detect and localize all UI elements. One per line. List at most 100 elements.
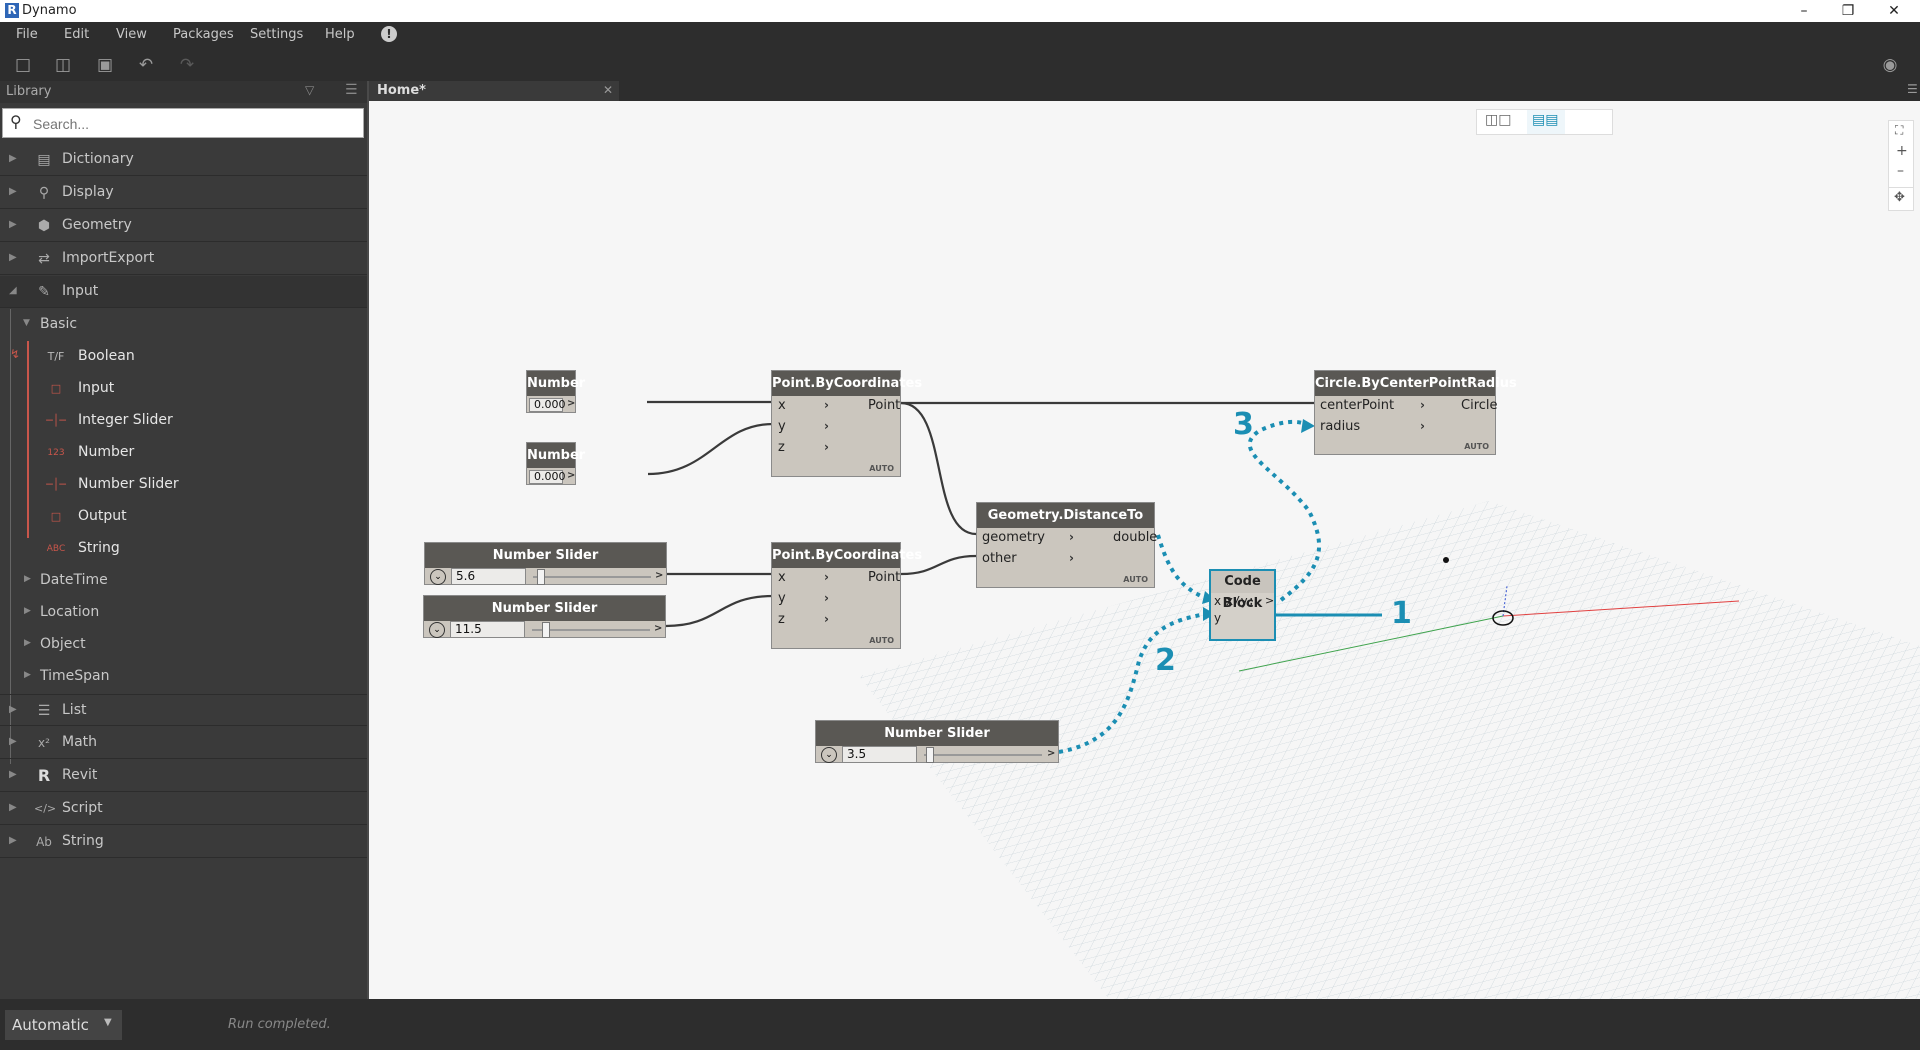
category-geometry[interactable]: ▶ ⬢ Geometry — [0, 210, 367, 242]
node-number-slider[interactable]: ─│─ Number Slider — [0, 469, 367, 501]
input-port-geometry[interactable]: geometry — [982, 530, 1045, 545]
output-port-icon[interactable]: > — [1047, 748, 1055, 759]
menu-edit[interactable]: Edit — [64, 27, 89, 42]
code-text[interactable]: x/y; — [1226, 594, 1255, 608]
output-port-icon[interactable]: > — [655, 570, 663, 581]
node-label: Integer Slider — [78, 412, 173, 428]
input-port-radius[interactable]: radius — [1320, 419, 1360, 434]
run-mode-dropdown[interactable]: Automatic ▼ — [5, 1010, 122, 1040]
node-string[interactable]: ABC String — [0, 533, 367, 565]
category-importexport[interactable]: ▶ ⇄ ImportExport — [0, 243, 367, 275]
input-port-y[interactable]: y — [778, 591, 786, 606]
open-file-icon[interactable]: ◫ — [53, 55, 73, 75]
camera-icon[interactable]: ◉ — [1880, 55, 1900, 75]
number-value-field[interactable]: 0.000 — [529, 470, 566, 484]
slider-track[interactable] — [924, 754, 1042, 756]
zoom-out-icon[interactable]: – — [1897, 163, 1904, 179]
input-port-x[interactable]: x — [778, 570, 786, 585]
number-node[interactable]: Number 0.000 > — [526, 442, 585, 485]
slider-track[interactable] — [533, 576, 651, 578]
input-port-y[interactable]: y — [778, 419, 786, 434]
tab-home[interactable]: Home* ✕ — [369, 81, 619, 101]
output-port-icon[interactable]: > — [567, 398, 575, 409]
menu-file[interactable]: File — [16, 27, 38, 42]
output-port-point[interactable]: Point — [868, 570, 900, 585]
number-slider-node[interactable]: Number Slider ⌄ 5.6 > — [424, 542, 667, 585]
node-integer-slider[interactable]: ─│─ Integer Slider — [0, 405, 367, 437]
subcategory-datetime[interactable]: ▶ DateTime — [0, 565, 367, 597]
category-list[interactable]: ▶ ☰ List — [0, 694, 367, 726]
layout-menu-icon[interactable]: ☰ — [345, 82, 358, 98]
category-input[interactable]: ◢ ✎ Input — [0, 276, 367, 308]
save-icon[interactable]: ▣ — [95, 55, 115, 75]
tab-close-icon[interactable]: ✕ — [603, 83, 613, 97]
menu-packages[interactable]: Packages — [173, 27, 234, 42]
input-port-x[interactable]: x — [1214, 594, 1221, 608]
output-port-icon[interactable]: > — [654, 623, 662, 634]
tab-menu-icon[interactable]: ☰ — [1907, 82, 1918, 96]
point-bycoordinates-node[interactable]: Point.ByCoordinates x y z › › › Point AU… — [771, 370, 922, 477]
output-port[interactable]: > — [1265, 594, 1274, 607]
circle-bycenterpointradius-node[interactable]: Circle.ByCenterPointRadius centerPoint r… — [1314, 370, 1517, 455]
input-port-z[interactable]: z — [778, 440, 785, 455]
input-port-y[interactable]: y — [1214, 611, 1221, 625]
restore-icon[interactable]: ❐ — [1826, 0, 1870, 22]
node-output[interactable]: □ Output — [0, 501, 367, 533]
menu-view[interactable]: View — [116, 27, 147, 42]
subcategory-basic[interactable]: ▼ Basic — [0, 309, 367, 341]
category-string[interactable]: ▶ Ab String — [0, 826, 367, 858]
graph-canvas[interactable]: 1 2 3 Number 0.000 > Number 0.000 > Numb… — [369, 101, 1920, 999]
expand-slider-icon[interactable]: ⌄ — [821, 747, 837, 763]
search-input[interactable] — [31, 113, 355, 135]
number-slider-node[interactable]: Number Slider ⌄ 11.5 > — [423, 595, 666, 638]
slider-value-field[interactable]: 3.5 — [842, 746, 917, 763]
geometry-view-icon[interactable]: ◫□ — [1485, 112, 1511, 128]
input-port-other[interactable]: other — [982, 551, 1017, 566]
node-number[interactable]: 123 Number — [0, 437, 367, 469]
pan-control[interactable]: ✥ — [1888, 187, 1914, 211]
slider-value-field[interactable]: 11.5 — [450, 621, 525, 638]
zoom-in-icon[interactable]: + — [1896, 143, 1908, 159]
output-port-point[interactable]: Point — [868, 398, 900, 413]
undo-icon[interactable]: ↶ — [136, 55, 156, 75]
subcategory-object[interactable]: ▶ Object — [0, 629, 367, 661]
node-boolean[interactable]: T/F Boolean — [0, 341, 367, 373]
library-search[interactable]: ⚲ — [2, 108, 364, 138]
slider-value-field[interactable]: 5.6 — [451, 568, 526, 585]
category-display[interactable]: ▶ ⚲ Display — [0, 177, 367, 209]
menu-settings[interactable]: Settings — [250, 27, 303, 42]
fit-view-icon[interactable]: ⛶ — [1895, 123, 1903, 138]
number-value-field[interactable]: 0.000 — [529, 398, 566, 412]
category-dictionary[interactable]: ▶ ▤ Dictionary — [0, 144, 367, 176]
slider-thumb[interactable] — [542, 622, 550, 638]
close-icon[interactable]: ✕ — [1872, 0, 1916, 22]
number-slider-node[interactable]: Number Slider ⌄ 3.5 > — [815, 720, 1059, 763]
minimize-icon[interactable]: – — [1782, 0, 1826, 22]
subcategory-location[interactable]: ▶ Location — [0, 597, 367, 629]
code-block-node[interactable]: Code Block x y x/y; > — [1209, 569, 1276, 641]
notification-icon[interactable]: ! — [381, 26, 397, 42]
subcategory-timespan[interactable]: ▶ TimeSpan — [0, 661, 367, 693]
category-script[interactable]: ▶ </> Script — [0, 793, 367, 825]
output-port-icon[interactable]: > — [567, 470, 575, 481]
filter-icon[interactable]: ▽ — [305, 83, 314, 97]
new-file-icon[interactable]: □ — [13, 55, 33, 75]
expand-slider-icon[interactable]: ⌄ — [430, 569, 446, 585]
category-revit[interactable]: ▶ R Revit — [0, 760, 367, 792]
input-port-centerpoint[interactable]: centerPoint — [1320, 398, 1394, 413]
node-title: Code Block — [1211, 571, 1274, 611]
output-port-double[interactable]: double — [1113, 530, 1157, 545]
output-port-circle[interactable]: Circle — [1461, 398, 1498, 413]
redo-icon[interactable]: ↷ — [177, 55, 197, 75]
menu-help[interactable]: Help — [325, 27, 355, 42]
geometry-distanceto-node[interactable]: Geometry.DistanceTo geometry other › › d… — [976, 502, 1157, 588]
input-port-z[interactable]: z — [778, 612, 785, 627]
category-math[interactable]: ▶ x² Math — [0, 727, 367, 759]
expand-slider-icon[interactable]: ⌄ — [429, 622, 445, 638]
point-bycoordinates-node[interactable]: Point.ByCoordinates x y z › › › Point AU… — [771, 542, 922, 649]
slider-thumb[interactable] — [926, 747, 934, 763]
input-port-x[interactable]: x — [778, 398, 786, 413]
node-input[interactable]: □ Input — [0, 373, 367, 405]
number-node[interactable]: Number 0.000 > — [526, 370, 585, 413]
slider-thumb[interactable] — [537, 569, 545, 585]
